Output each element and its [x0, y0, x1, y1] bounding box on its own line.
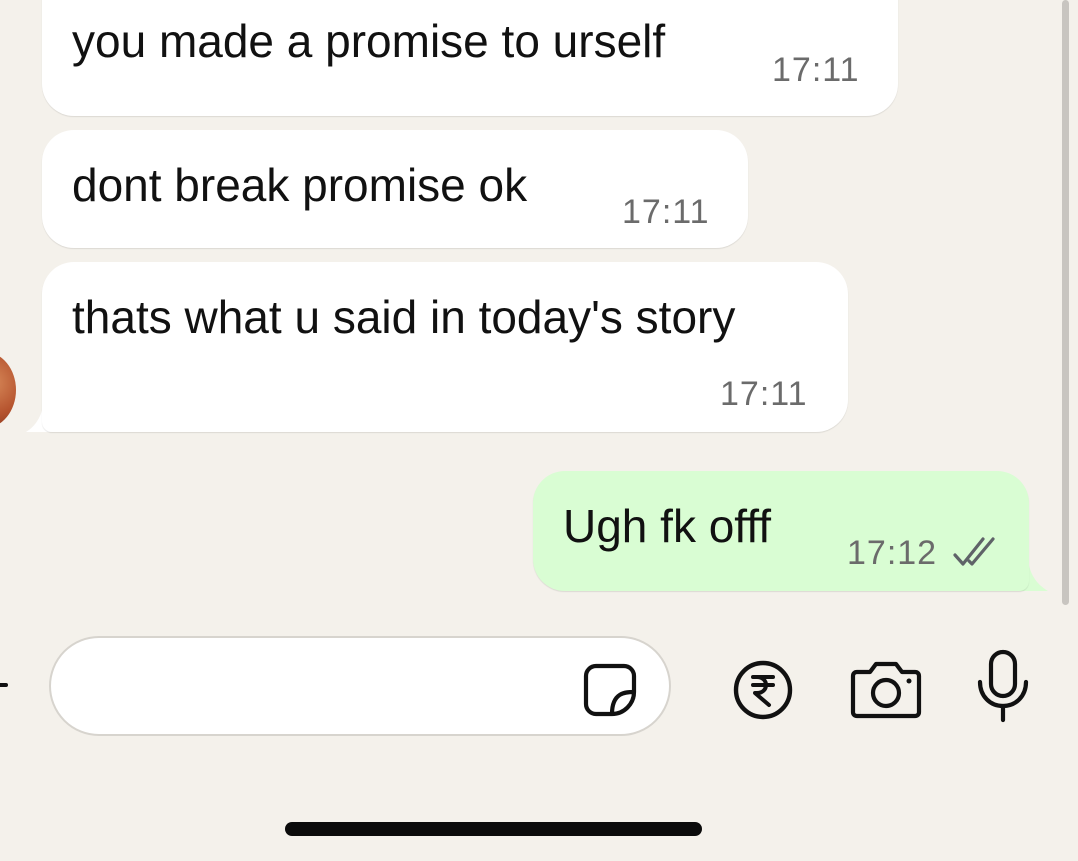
incoming-message-bubble[interactable]: dont break promise ok 17:11 — [42, 130, 748, 248]
message-text: dont break promise ok — [72, 159, 528, 211]
rupee-payment-icon[interactable] — [731, 658, 795, 722]
message-timestamp: 17:12 — [847, 534, 938, 572]
message-text: thats what u said in today's story — [72, 291, 736, 343]
message-timestamp: 17:11 — [772, 51, 860, 89]
sticker-icon[interactable] — [582, 662, 638, 718]
message-input[interactable] — [49, 636, 671, 736]
double-check-icon — [953, 537, 995, 566]
home-indicator[interactable] — [285, 822, 702, 836]
message-text: you made a promise to urself — [72, 15, 666, 67]
incoming-message-bubble[interactable]: you made a promise to urself 17:11 — [42, 0, 898, 116]
outgoing-message-bubble[interactable]: Ugh fk offf 17:12 — [533, 471, 1029, 591]
message-timestamp: 17:11 — [720, 375, 808, 413]
scroll-indicator[interactable] — [1062, 0, 1069, 605]
chat-messages-area[interactable]: you made a promise to urself 17:11 dont … — [0, 0, 1078, 610]
camera-icon[interactable] — [849, 656, 923, 720]
incoming-message-bubble[interactable]: thats what u said in today's story 17:11 — [42, 262, 848, 432]
microphone-icon[interactable] — [974, 648, 1032, 724]
message-text: Ugh fk offf — [563, 500, 771, 552]
message-timestamp: 17:11 — [622, 193, 710, 231]
plus-icon[interactable] — [0, 683, 8, 687]
contact-avatar[interactable] — [0, 352, 16, 428]
message-composer — [0, 610, 1078, 861]
